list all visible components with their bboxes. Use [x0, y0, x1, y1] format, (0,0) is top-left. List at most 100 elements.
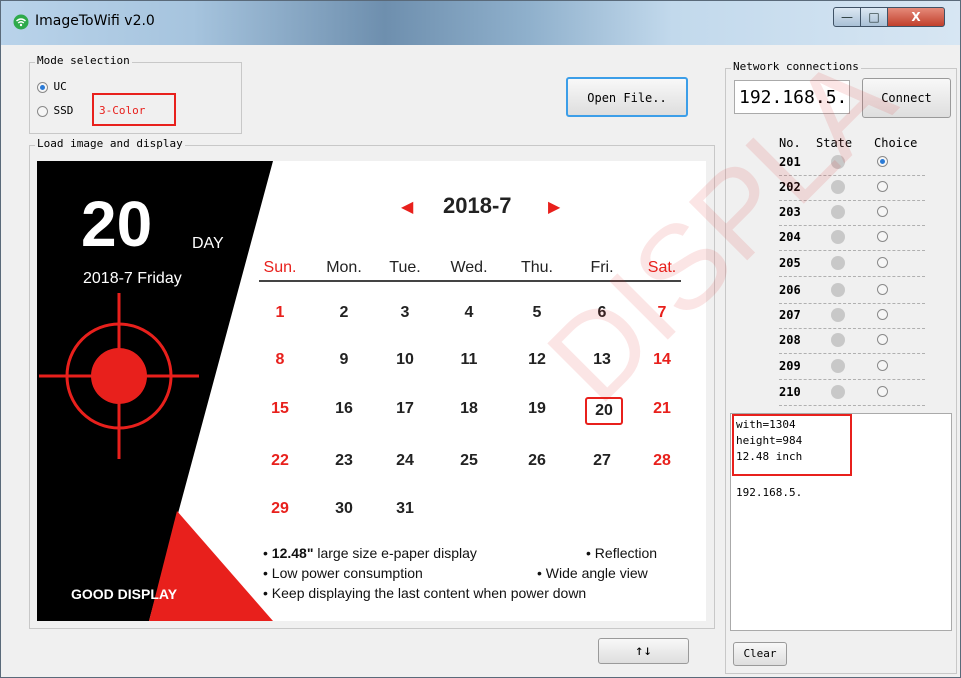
- network-choice-radio[interactable]: [877, 284, 888, 295]
- date-line: 2018-7 Friday: [83, 270, 182, 287]
- network-row-number: 207: [779, 308, 801, 322]
- open-file-button[interactable]: Open File..: [566, 77, 688, 117]
- col-choice-header: Choice: [874, 136, 918, 150]
- connection-state-indicator: [831, 230, 845, 244]
- network-row[interactable]: 206: [779, 279, 925, 304]
- network-choice-radio[interactable]: [877, 309, 888, 320]
- connection-state-indicator: [831, 385, 845, 399]
- connection-state-indicator: [831, 180, 845, 194]
- network-row[interactable]: 207: [779, 304, 925, 329]
- network-row[interactable]: 208: [779, 329, 925, 354]
- feature-size: 12.48": [271, 545, 314, 561]
- col-no-header: No.: [779, 136, 801, 150]
- day-cell: 19: [528, 400, 546, 417]
- feature-line-1: • 12.48" large size e-paper display: [263, 545, 477, 561]
- radio-uc[interactable]: [37, 81, 48, 93]
- day-cell: 21: [653, 400, 671, 417]
- day-cell: 29: [271, 500, 289, 517]
- network-row[interactable]: 209: [779, 355, 925, 380]
- log-line: with=1304: [736, 418, 796, 431]
- day-cell: 9: [339, 351, 349, 368]
- log-ip-line: 192.168.5.: [736, 486, 803, 499]
- connection-state-indicator: [831, 283, 845, 297]
- feature-reflection: • Reflection: [586, 545, 658, 561]
- mode-selection-label: Mode selection: [35, 54, 132, 67]
- day-cell: 7: [657, 304, 667, 321]
- title-bar[interactable]: ImageToWifi v2.0 — □ X: [1, 1, 960, 45]
- weekday-fri: Fri.: [590, 259, 614, 276]
- network-choice-radio[interactable]: [877, 360, 888, 371]
- network-row[interactable]: 204: [779, 226, 925, 251]
- feature-line-2: • Low power consumption: [263, 565, 423, 581]
- brand-logo: GOOD DISPLAY: [71, 586, 177, 602]
- day-cell: 30: [335, 500, 353, 517]
- network-row-number: 209: [779, 359, 801, 373]
- calendar-image: 20 DAY 2018-7 Friday GOOD DISPLAY ◀ 20 18…: [37, 161, 706, 621]
- next-month-icon: ▶: [548, 199, 561, 216]
- brand-good: GOOD: [71, 586, 118, 602]
- day-cell: 11: [460, 351, 478, 368]
- network-choice-radio[interactable]: [877, 181, 888, 192]
- day-cell: 24: [396, 452, 414, 469]
- network-row-number: 202: [779, 180, 801, 194]
- feature-line-3: • Keep displaying the last content when …: [263, 585, 587, 601]
- network-row[interactable]: 205: [779, 252, 925, 277]
- network-row-number: 210: [779, 385, 801, 399]
- network-row[interactable]: 202: [779, 176, 925, 201]
- close-button[interactable]: X: [887, 7, 945, 27]
- connection-state-indicator: [831, 308, 845, 322]
- day-cell: 5: [532, 304, 542, 321]
- network-row-number: 201: [779, 155, 801, 169]
- day-cell: 25: [460, 452, 478, 469]
- network-choice-radio[interactable]: [877, 257, 888, 268]
- swap-arrows-button[interactable]: ↑↓: [598, 638, 689, 664]
- day-cell: 3: [400, 304, 410, 321]
- today-cell: 20: [585, 397, 623, 425]
- network-choice-radio[interactable]: [877, 231, 888, 242]
- day-cell: 18: [460, 400, 478, 417]
- weekday-wed: Wed.: [450, 259, 488, 276]
- day-cell: 4: [464, 304, 474, 321]
- big-day-number: 20: [81, 188, 153, 260]
- connect-button[interactable]: Connect: [862, 78, 951, 118]
- network-row-number: 208: [779, 333, 801, 347]
- network-choice-radio[interactable]: [877, 386, 888, 397]
- ip-input[interactable]: 192.168.5.: [734, 80, 850, 114]
- network-row[interactable]: 201: [779, 151, 925, 176]
- load-image-label: Load image and display: [35, 137, 185, 150]
- day-cell: 26: [528, 452, 546, 469]
- day-cell: 15: [271, 400, 289, 417]
- day-cell: 2: [339, 304, 349, 321]
- mode-uc-label: UC: [53, 80, 67, 93]
- feature-bullet: •: [263, 545, 272, 561]
- day-word: DAY: [192, 235, 224, 252]
- three-color-label: 3-Color: [99, 104, 146, 117]
- mode-uc-option[interactable]: UC: [37, 80, 67, 93]
- app-window: ImageToWifi v2.0 — □ X Mode selection UC…: [0, 0, 961, 678]
- day-cell: 28: [653, 452, 671, 469]
- log-textarea[interactable]: with=1304 height=984 12.48 inch 192.168.…: [730, 413, 952, 631]
- clear-button[interactable]: Clear: [733, 642, 787, 666]
- three-color-option[interactable]: 3-Color: [92, 93, 176, 126]
- day-cell: 6: [597, 304, 607, 321]
- network-choice-radio[interactable]: [877, 156, 888, 167]
- network-row[interactable]: 203: [779, 201, 925, 226]
- weekday-sat: Sat.: [647, 259, 677, 276]
- network-choice-radio[interactable]: [877, 206, 888, 217]
- weekday-tue: Tue.: [389, 259, 421, 276]
- radio-ssd[interactable]: [37, 105, 48, 117]
- minimize-button[interactable]: —: [833, 7, 861, 27]
- connection-state-indicator: [831, 256, 845, 270]
- mode-ssd-option[interactable]: SSD: [37, 104, 73, 117]
- connection-state-indicator: [831, 333, 845, 347]
- prev-month-icon: ◀: [401, 199, 414, 216]
- network-row[interactable]: 210: [779, 381, 925, 406]
- network-choice-radio[interactable]: [877, 334, 888, 345]
- wifi-icon: [13, 14, 29, 30]
- day-cell: 8: [275, 351, 285, 368]
- log-line: height=984: [736, 434, 803, 447]
- day-cell: 17: [396, 400, 414, 417]
- header-divider: [259, 280, 681, 282]
- maximize-button[interactable]: □: [860, 7, 888, 27]
- day-cell: 31: [396, 500, 414, 517]
